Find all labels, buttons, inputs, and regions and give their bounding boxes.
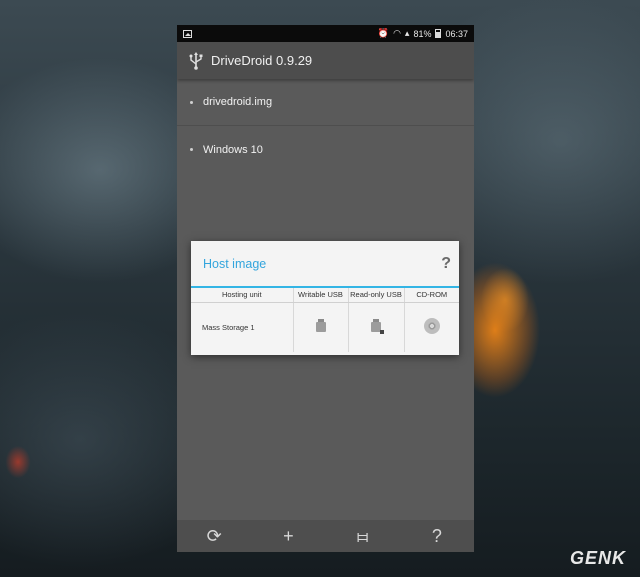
app-title: DriveDroid 0.9.29 bbox=[211, 53, 313, 68]
help-icon: ? bbox=[431, 525, 442, 546]
battery-icon bbox=[435, 29, 442, 38]
hosting-table: Hosting unit Writable USB Read-only USB … bbox=[191, 288, 459, 352]
usb-drive-icon bbox=[315, 319, 326, 333]
genk-watermark: GENK bbox=[569, 548, 626, 568]
wifi-icon: ◠ bbox=[393, 28, 401, 38]
help-button[interactable]: ? bbox=[417, 520, 457, 552]
table-header-row: Hosting unit Writable USB Read-only USB … bbox=[191, 288, 459, 303]
bullet-icon bbox=[190, 148, 193, 151]
read-only-usb-option[interactable] bbox=[348, 302, 405, 352]
dialog-title: Host image bbox=[203, 256, 267, 271]
add-button[interactable]: + bbox=[268, 520, 308, 552]
column-header-read-only-usb: Read-only USB bbox=[348, 288, 405, 303]
usb-drive-readonly-icon bbox=[371, 319, 384, 335]
image-list: drivedroid.img Windows 10 bbox=[177, 79, 474, 173]
dialog-header: Host image ? bbox=[191, 241, 459, 288]
refresh-button[interactable]: ⟳ bbox=[194, 520, 234, 552]
host-image-dialog: Host image ? Hosting unit Writable USB R… bbox=[191, 241, 459, 355]
add-icon: + bbox=[283, 525, 294, 546]
list-item-drivedroid-img[interactable]: drivedroid.img bbox=[177, 79, 474, 126]
dialog-help-button[interactable]: ? bbox=[441, 255, 451, 273]
column-header-writable-usb: Writable USB bbox=[293, 288, 349, 303]
table-row: Mass Storage 1 bbox=[191, 302, 459, 352]
settings-sliders-icon: ⧦ bbox=[357, 525, 369, 546]
status-bar: ⏰ ◠ ▴ 81% 06:37 bbox=[177, 25, 474, 42]
signal-icon: ▴ bbox=[404, 28, 410, 38]
writable-usb-option[interactable] bbox=[293, 302, 349, 352]
settings-button[interactable]: ⧦ bbox=[343, 520, 383, 552]
app-bar: DriveDroid 0.9.29 bbox=[177, 42, 474, 79]
bottom-toolbar: ⟳ + ⧦ ? bbox=[177, 520, 474, 552]
list-item-label: Windows 10 bbox=[203, 143, 263, 156]
cd-rom-option[interactable] bbox=[404, 302, 459, 352]
bullet-icon bbox=[190, 100, 193, 104]
refresh-icon: ⟳ bbox=[206, 525, 222, 546]
list-item-windows-10[interactable]: Windows 10 bbox=[177, 126, 474, 173]
hosting-unit-label: Mass Storage 1 bbox=[191, 302, 294, 352]
image-icon bbox=[183, 29, 192, 38]
usb-icon bbox=[189, 51, 203, 70]
cd-icon bbox=[423, 318, 440, 335]
column-header-hosting-unit: Hosting unit bbox=[191, 288, 294, 303]
list-item-label: drivedroid.img bbox=[203, 96, 273, 108]
column-header-cd-rom: CD-ROM bbox=[404, 288, 459, 303]
alarm-icon: ⏰ bbox=[377, 28, 390, 38]
clock: 06:37 bbox=[445, 28, 468, 39]
battery-percent: 81% bbox=[413, 28, 432, 39]
